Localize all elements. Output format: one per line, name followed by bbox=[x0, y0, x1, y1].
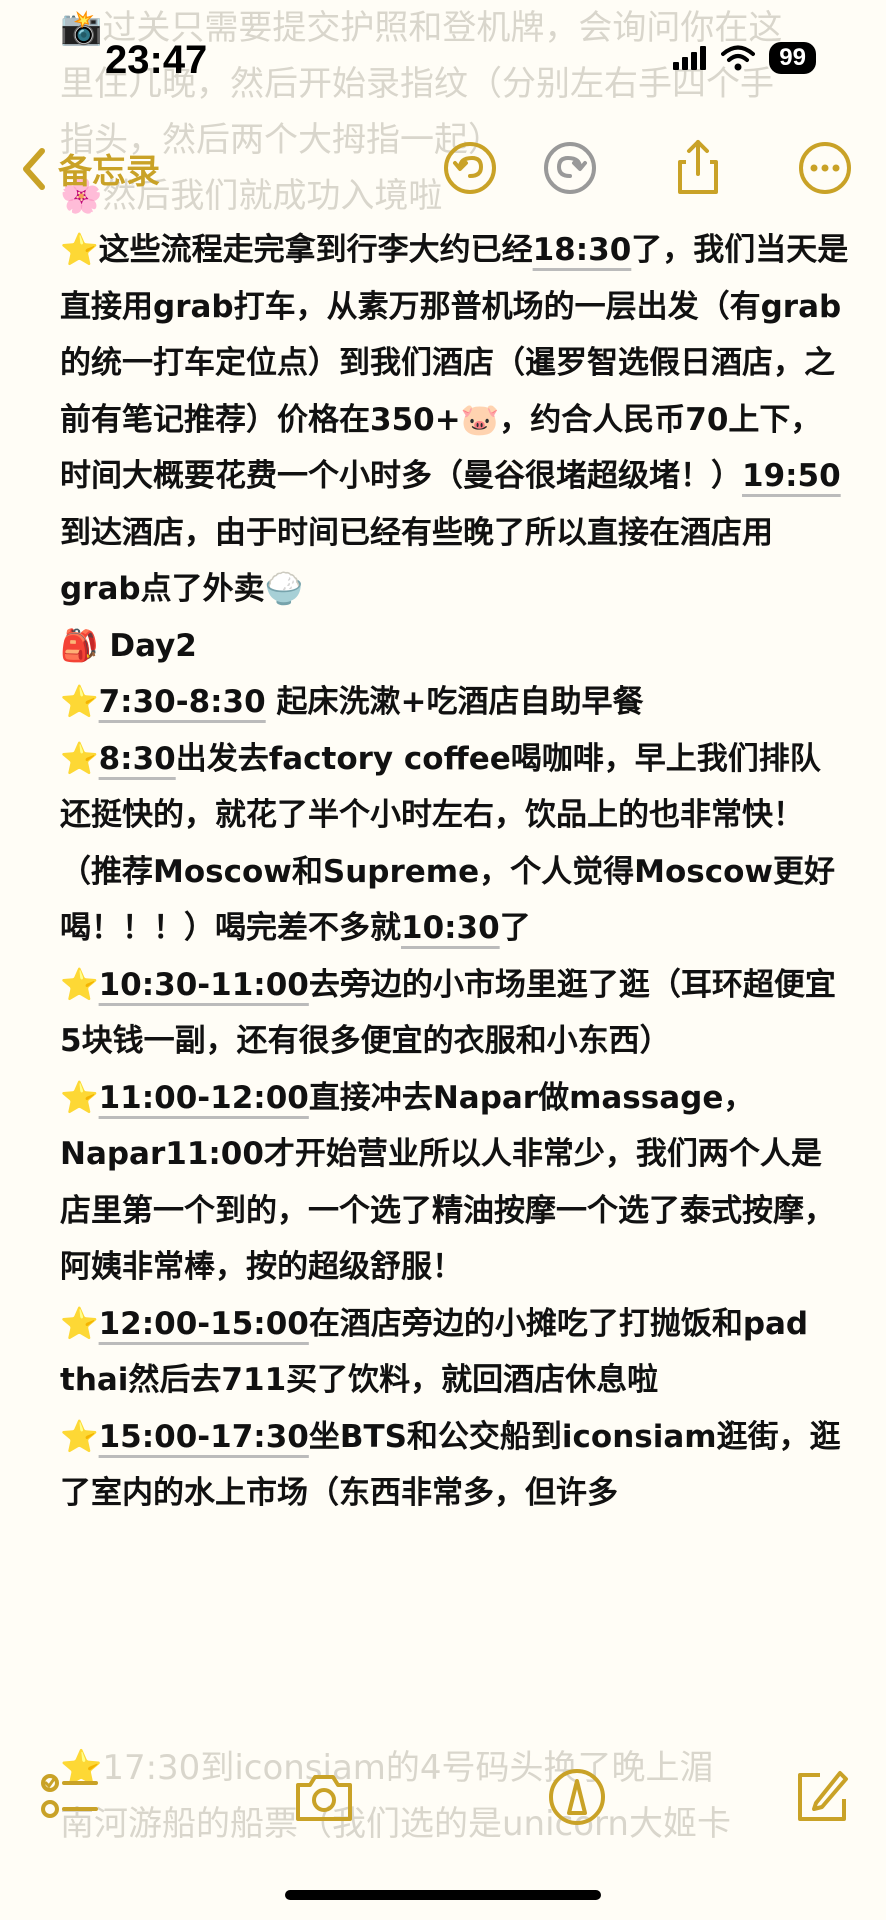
note-paragraph: ⭐11:00-12:00直接冲去Napar做massage，Napar11:00… bbox=[60, 1070, 850, 1296]
undo-icon[interactable] bbox=[440, 138, 500, 198]
cellular-signal-icon bbox=[673, 46, 707, 70]
time-range: 10:30 bbox=[401, 910, 500, 946]
time-range: 11:00-12:00 bbox=[98, 1079, 309, 1116]
time-range: 10:30-11:00 bbox=[98, 966, 309, 1003]
chevron-left-icon bbox=[23, 147, 45, 190]
share-icon[interactable] bbox=[668, 138, 728, 198]
day-heading: Day2 bbox=[109, 627, 197, 664]
note-text: 了，我们当天是直接用grab打车，从素万那普机场的一层出发（有grab的统一打车… bbox=[60, 232, 849, 494]
note-paragraph: ⭐这些流程走完拿到行李大约已经18:30了，我们当天是直接用grab打车，从素万… bbox=[60, 222, 850, 618]
time-range: 8:30 bbox=[98, 740, 176, 777]
redo-icon[interactable] bbox=[540, 138, 600, 198]
note-text: 到达酒店，由于时间已经有些晚了所以直接在酒店用grab点了外卖🍚 bbox=[60, 514, 773, 608]
time-range: 15:00-17:30 bbox=[98, 1418, 309, 1455]
markup-icon[interactable] bbox=[545, 1765, 609, 1829]
compose-icon[interactable] bbox=[790, 1765, 854, 1829]
note-paragraph: ⭐15:00-17:30坐BTS和公交船到iconsiam逛街，逛了室内的水上市… bbox=[60, 1409, 850, 1522]
note-paragraph: ⭐7:30-8:30 起床洗漱+吃酒店自助早餐 bbox=[60, 674, 850, 731]
status-bar: 23:47 99 bbox=[0, 0, 886, 120]
status-time: 23:47 bbox=[105, 38, 208, 82]
note-paragraph: ⭐12:00-15:00在酒店旁边的小摊吃了打抛饭和pad thai然后去711… bbox=[60, 1296, 850, 1409]
checklist-icon[interactable] bbox=[38, 1765, 102, 1829]
star-emoji: ⭐ bbox=[60, 1418, 99, 1455]
bottom-toolbar bbox=[0, 1765, 886, 1835]
home-indicator[interactable] bbox=[285, 1890, 601, 1900]
note-text: 了 bbox=[499, 910, 531, 946]
time-range: 18:30 bbox=[532, 232, 632, 268]
note-paragraph: 🎒 Day2 bbox=[60, 618, 850, 675]
back-label: 备忘录 bbox=[58, 152, 160, 192]
battery-indicator: 99 bbox=[769, 42, 816, 74]
back-button[interactable]: 备忘录 bbox=[20, 144, 160, 193]
star-emoji: ⭐ bbox=[60, 1079, 99, 1116]
time-range: 12:00-15:00 bbox=[98, 1305, 309, 1342]
backpack-emoji: 🎒 bbox=[60, 627, 99, 664]
star-emoji: ⭐ bbox=[60, 740, 99, 777]
star-emoji: ⭐ bbox=[60, 232, 99, 268]
more-icon[interactable] bbox=[795, 138, 855, 198]
camera-icon[interactable] bbox=[292, 1765, 356, 1829]
wifi-icon bbox=[721, 45, 756, 71]
note-text: 这些流程走完拿到行李大约已经 bbox=[98, 232, 533, 268]
nav-bar: 备忘录 bbox=[0, 138, 886, 208]
time-range: 7:30-8:30 bbox=[98, 684, 266, 720]
note-paragraph: ⭐8:30出发去factory coffee喝咖啡，早上我们排队还挺快的，就花了… bbox=[60, 731, 850, 957]
note-text: 起床洗漱+吃酒店自助早餐 bbox=[265, 684, 644, 720]
time-range: 19:50 bbox=[742, 458, 841, 494]
note-body[interactable]: ⭐这些流程走完拿到行李大约已经18:30了，我们当天是直接用grab打车，从素万… bbox=[60, 222, 850, 1522]
star-emoji: ⭐ bbox=[60, 684, 99, 720]
star-emoji: ⭐ bbox=[60, 966, 99, 1003]
note-paragraph: ⭐10:30-11:00去旁边的小市场里逛了逛（耳环超便宜5块钱一副，还有很多便… bbox=[60, 957, 850, 1070]
star-emoji: ⭐ bbox=[60, 1305, 99, 1342]
status-icons: 99 bbox=[673, 42, 816, 74]
